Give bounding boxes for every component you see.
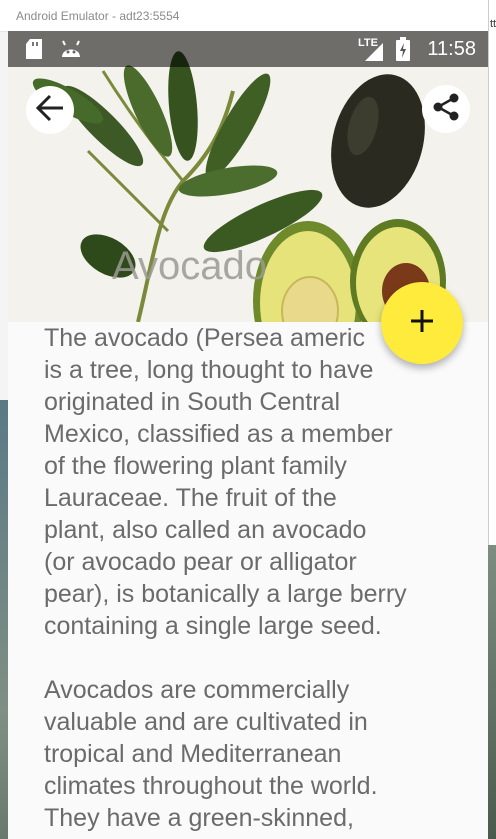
clock: 11:58 [427, 38, 476, 60]
sd-card-icon [26, 39, 44, 64]
hero-title: Avocado [112, 244, 267, 288]
article-body: The avocado (Persea americ is a tree, lo… [44, 322, 444, 839]
window-title: Android Emulator - adt23:5554 [16, 9, 180, 23]
plus-icon [409, 308, 435, 339]
lte-signal-icon [363, 41, 385, 68]
article-paragraph-1: The avocado (Persea americ is a tree, lo… [44, 324, 407, 640]
device-screen: Avocado LTE 11:58 The avocado (Persea am… [8, 31, 488, 839]
android-debug-icon [60, 39, 82, 64]
hero-image: Avocado [8, 31, 488, 322]
share-icon [431, 92, 461, 127]
share-button[interactable] [422, 85, 470, 133]
emulator-window: Android Emulator - adt23:5554 Avocado LT… [0, 0, 496, 839]
arrow-back-icon [35, 93, 65, 128]
window-titlebar[interactable]: Android Emulator - adt23:5554 [0, 0, 488, 32]
back-button[interactable] [26, 86, 74, 134]
battery-charging-icon [396, 37, 410, 66]
article-paragraph-2: Avocados are commercially valuable and a… [44, 676, 378, 832]
add-fab[interactable] [381, 282, 463, 364]
status-bar: LTE 11:58 [8, 31, 488, 67]
